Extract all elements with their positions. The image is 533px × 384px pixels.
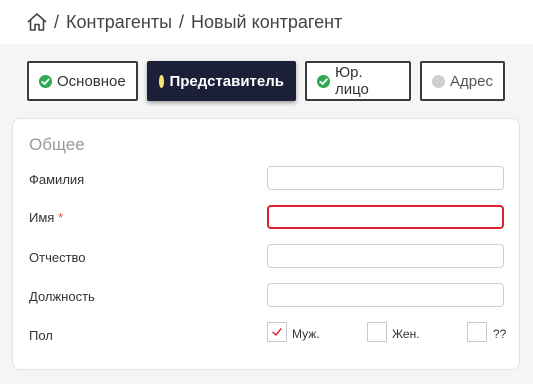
patronymic-label: Отчество (29, 250, 86, 265)
tab-legal-entity[interactable]: Юр. лицо (305, 61, 411, 101)
gender-female-label: Жен. (392, 327, 420, 341)
gender-unknown-checkbox[interactable] (467, 322, 487, 342)
name-field[interactable] (267, 205, 504, 229)
tab-main[interactable]: Основное (27, 61, 138, 101)
name-label: Имя * (29, 210, 63, 225)
tab-label: Адрес (450, 72, 493, 90)
breadcrumb-counterparties[interactable]: Контрагенты (66, 12, 172, 33)
gender-female-checkbox[interactable] (367, 322, 387, 342)
check-circle-icon (39, 74, 52, 88)
gender-male-label: Муж. (292, 327, 320, 341)
gray-dot-icon (432, 74, 445, 88)
patronymic-field[interactable] (267, 244, 504, 268)
check-circle-icon (317, 74, 330, 88)
gender-unknown-label: ?? (493, 327, 507, 341)
breadcrumb-bar: / Контрагенты / Новый контрагент (0, 0, 533, 44)
gender-male-checkbox[interactable] (267, 322, 287, 342)
tab-representative[interactable]: Представитель (147, 61, 296, 101)
section-title: Общее (29, 135, 85, 154)
breadcrumb-separator: / (179, 11, 185, 32)
name-label-text: Имя (29, 210, 55, 225)
tab-label: Основное (57, 72, 126, 90)
tab-label: Юр. лицо (335, 64, 369, 98)
surname-label: Фамилия (29, 172, 85, 187)
position-label: Должность (29, 289, 95, 304)
breadcrumb-current: Новый контрагент (191, 11, 343, 32)
required-mark: * (57, 210, 64, 225)
surname-field[interactable] (267, 166, 504, 190)
home-icon[interactable] (26, 11, 48, 33)
general-section-card: Общее Фамилия Имя * Отчество Должность П… (12, 118, 520, 370)
form-tabs: Основное Представитель Юр. лицо Адрес (27, 61, 505, 101)
breadcrumb-separator: / (54, 11, 60, 32)
checkmark-icon (272, 328, 282, 336)
position-field[interactable] (267, 283, 504, 307)
gender-label: Пол (29, 328, 53, 343)
tab-label: Представитель (169, 72, 284, 90)
tab-address[interactable]: Адрес (420, 61, 505, 101)
yellow-dot-icon (159, 74, 165, 88)
